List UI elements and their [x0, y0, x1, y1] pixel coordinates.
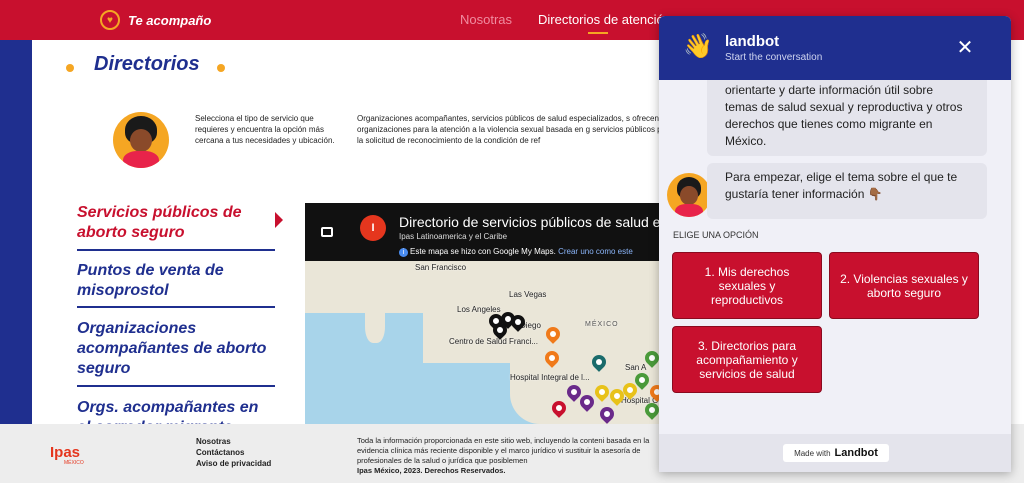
- chat-status: Start the conversation: [725, 52, 823, 63]
- chat-bot-name: landbot: [725, 33, 780, 50]
- map-label: Los Angeles: [457, 305, 501, 314]
- brand-logo[interactable]: ♥ Te acompaño: [100, 10, 211, 30]
- landbot-brand: Landbot: [834, 447, 878, 459]
- ipas-logo[interactable]: Ipas: [50, 444, 80, 461]
- map-subtitle: Ipas Latinoamerica y el Caribe: [399, 232, 508, 241]
- menu-item-aborto-seguro[interactable]: Servicios públicos de aborto seguro: [77, 203, 275, 243]
- fullscreen-icon[interactable]: [321, 227, 333, 237]
- menu-item-misoprostol[interactable]: Puntos de venta de misoprostol: [77, 261, 275, 301]
- option-directorios-button[interactable]: 3. Directorios para acompañamiento y ser…: [672, 326, 822, 393]
- footer-rights: Ipas México, 2023. Derechos Reservados.: [357, 466, 506, 475]
- bot-avatar: [667, 173, 711, 217]
- heart-chat-icon: ♥: [100, 10, 120, 30]
- map-label: Las Vegas: [509, 290, 547, 299]
- chat-widget: 👋 landbot Start the conversation ✕ orien…: [659, 16, 1011, 472]
- title-dot-right: [217, 64, 225, 72]
- menu-active-arrow: [275, 212, 283, 228]
- intro-text-right: Organizaciones acompañantes, servicios p…: [357, 114, 674, 145]
- menu-divider: [77, 385, 275, 387]
- waving-hand-icon: 👋: [683, 33, 713, 60]
- option-derechos-button[interactable]: 1. Mis derechos sexuales y reproductivos: [672, 252, 822, 319]
- map-logo-icon: I: [360, 215, 386, 241]
- options-label: ELIGE UNA OPCIÓN: [673, 230, 759, 240]
- map-note-link[interactable]: Crear uno como este: [558, 247, 633, 256]
- close-icon[interactable]: ✕: [955, 38, 975, 58]
- footer-link-contactanos[interactable]: Contáctanos: [196, 448, 244, 457]
- nav-directorios[interactable]: Directorios de atención: [538, 12, 671, 27]
- map-note: i Este mapa se hizo con Google My Maps. C…: [399, 247, 633, 257]
- made-with-landbot-badge[interactable]: Made with Landbot: [783, 444, 889, 462]
- title-dot-left: [66, 64, 74, 72]
- map-label: San Francisco: [415, 263, 467, 272]
- footer-link-privacidad[interactable]: Aviso de privacidad: [196, 459, 271, 468]
- map-land: [365, 303, 385, 343]
- intro-text-left: Selecciona el tipo de servicio que requi…: [195, 114, 335, 145]
- map-label: San A: [625, 363, 647, 372]
- map-label: Centro de Salud Franci...: [449, 337, 538, 346]
- info-icon: i: [399, 248, 408, 257]
- left-strip: [0, 40, 32, 424]
- chat-message: Para empezar, elige el tema sobre el que…: [707, 163, 987, 219]
- footer-disclaimer: Toda la información proporcionada en est…: [357, 436, 650, 475]
- map-title: Directorio de servicios públicos de salu…: [399, 214, 676, 230]
- map-label: MÉXICO: [585, 321, 619, 328]
- footer-link-nosotras[interactable]: Nosotras: [196, 437, 231, 446]
- page-title: Directorios: [94, 53, 200, 75]
- option-violencias-button[interactable]: 2. Violencias sexuales y aborto seguro: [829, 252, 979, 319]
- menu-divider: [77, 306, 275, 308]
- embedded-map[interactable]: I Directorio de servicios públicos de sa…: [305, 203, 685, 424]
- nav-nosotras[interactable]: Nosotras: [460, 12, 512, 27]
- ipas-logo-sub: MÉXICO: [64, 460, 84, 466]
- menu-divider: [77, 249, 275, 251]
- avatar: [113, 112, 169, 168]
- chat-message: orientarte y darte información útil sobr…: [707, 80, 987, 156]
- brand-name: Te acompaño: [128, 12, 212, 28]
- map-label: Hospital Integral de l...: [510, 373, 590, 382]
- made-with-text: Made with: [794, 448, 831, 458]
- nav-active-indicator: [588, 32, 608, 34]
- menu-item-organizaciones[interactable]: Organizaciones acompañantes de aborto se…: [77, 319, 275, 379]
